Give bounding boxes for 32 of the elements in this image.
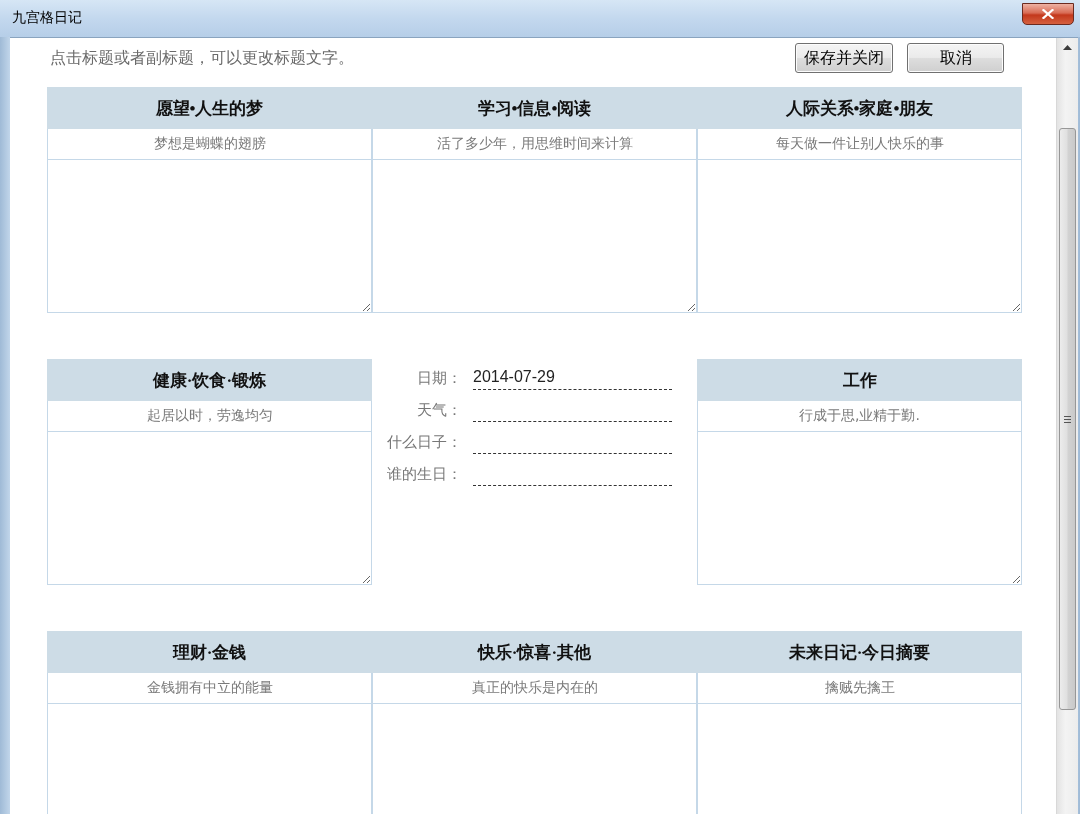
- grip-icon: [1064, 415, 1071, 423]
- dialog-button[interactable]: 取消: [907, 43, 1004, 73]
- note-text-area[interactable]: [697, 160, 1022, 313]
- note-title[interactable]: 工作: [842, 368, 877, 392]
- dialog-button[interactable]: 保存并关闭: [795, 43, 893, 73]
- note-text-area[interactable]: [697, 704, 1022, 814]
- field-label: 什么日子：: [386, 432, 462, 452]
- note-title[interactable]: 健康·饮食·锻炼: [152, 368, 267, 392]
- hint-text: 点击标题或者副标题，可以更改标题文字。: [50, 47, 354, 69]
- window-title: 九宫格日记: [12, 9, 82, 27]
- note-text-area[interactable]: [372, 160, 697, 313]
- note-title[interactable]: 理财·金钱: [172, 640, 247, 664]
- scrollbar[interactable]: [1056, 38, 1078, 814]
- note-title[interactable]: 未来日记·今日摘要: [788, 640, 931, 664]
- field-label: 日期：: [416, 368, 462, 388]
- close-icon: [1042, 9, 1054, 19]
- note-text-area[interactable]: [47, 704, 372, 814]
- note-title[interactable]: 学习•信息•阅读: [477, 96, 592, 120]
- note-text-area[interactable]: [47, 432, 372, 585]
- note-text-area[interactable]: [47, 160, 372, 313]
- field-label: 谁的生日：: [386, 464, 462, 484]
- scroll-thumb[interactable]: [1059, 128, 1076, 710]
- input-field[interactable]: 2014-07-29: [473, 366, 672, 390]
- note-title[interactable]: 愿望•人生的梦: [155, 96, 264, 120]
- up-arrow-icon[interactable]: [1063, 45, 1072, 50]
- note-title[interactable]: 快乐·惊喜·其他: [477, 640, 592, 664]
- note-subtitle[interactable]: 擒贼先擒王: [824, 679, 895, 697]
- note-text-area[interactable]: [372, 704, 697, 814]
- note-title[interactable]: 人际关系•家庭•朋友: [785, 96, 934, 120]
- field-label: 天气：: [416, 400, 462, 420]
- note-text-area[interactable]: [697, 432, 1022, 585]
- close-button[interactable]: [1022, 3, 1074, 25]
